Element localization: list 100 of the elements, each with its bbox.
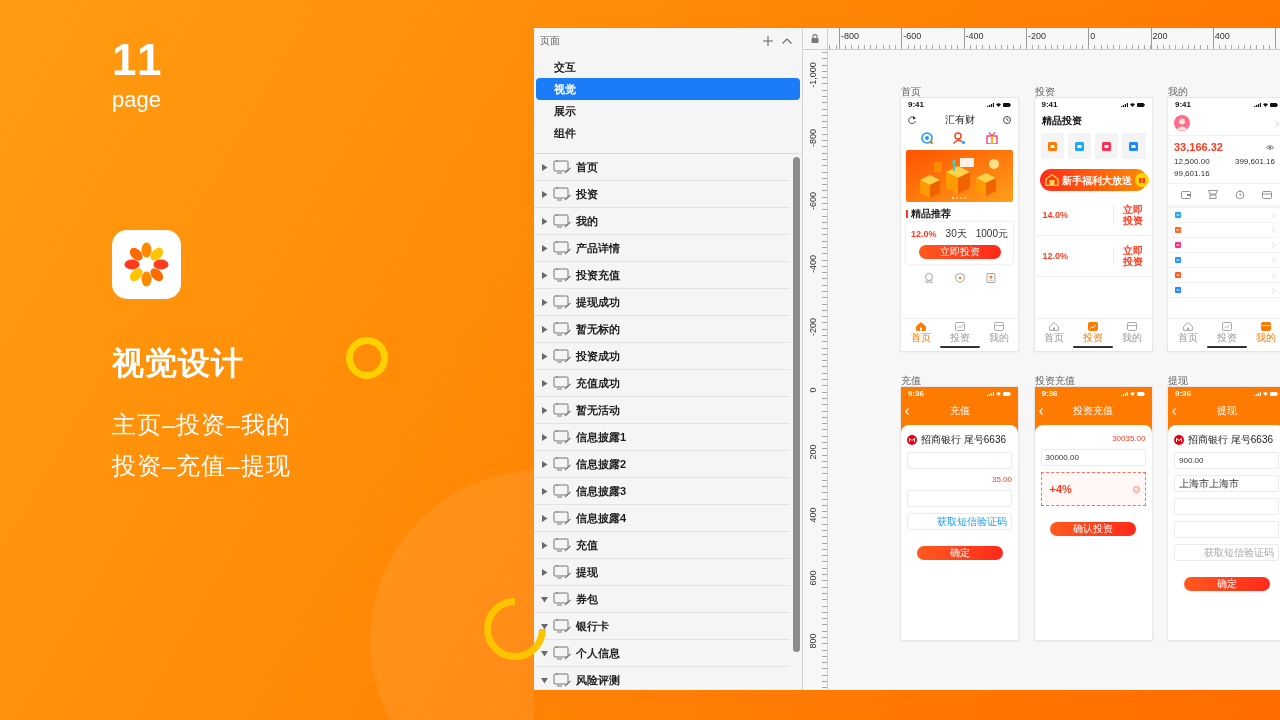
ring-icon xyxy=(346,337,388,379)
coupon-rate: +4% xyxy=(1049,483,1072,495)
ruler-label: -400 xyxy=(807,254,819,273)
inbox-icon xyxy=(1207,190,1218,199)
wifi-icon xyxy=(1129,391,1135,396)
artboard-label: 投资 xyxy=(1034,86,1055,98)
signal-icon xyxy=(1254,102,1261,107)
home-icon xyxy=(1049,322,1059,331)
confirm-button[interactable]: 确定 xyxy=(916,546,1003,560)
chart-icon xyxy=(954,322,965,331)
artboard-icon xyxy=(553,322,571,336)
page-title: 精品投资 xyxy=(1040,114,1083,128)
balance-value: 99,601.16 xyxy=(1174,169,1210,178)
home-indicator xyxy=(939,346,980,348)
chevron-right-icon xyxy=(1272,257,1275,263)
term: 30天 xyxy=(945,228,967,239)
category-tile[interactable] xyxy=(1040,133,1064,159)
invest-link[interactable]: 立即投资 xyxy=(1122,204,1144,226)
house-icon xyxy=(1044,174,1059,186)
ruler-label: -400 xyxy=(965,31,984,42)
artboard-icon xyxy=(553,619,571,633)
lock-icon xyxy=(811,34,819,43)
eye-icon xyxy=(1266,145,1274,150)
artboard-icon xyxy=(553,565,571,579)
artboard-icon xyxy=(553,430,571,444)
ruler-label: 200 xyxy=(1152,31,1168,42)
invest-link[interactable]: 立即投资 xyxy=(1122,245,1144,267)
clock-icon xyxy=(1003,116,1011,124)
ruler-label: -200 xyxy=(1027,31,1046,42)
card-icon xyxy=(1260,322,1271,331)
signal-icon xyxy=(1254,391,1261,396)
chevron-right-icon xyxy=(1272,242,1275,248)
back-icon xyxy=(1038,407,1043,415)
confirm-button[interactable]: 确认投资 xyxy=(1050,522,1136,536)
category-tile[interactable] xyxy=(1095,133,1119,159)
battery-icon xyxy=(1136,102,1145,107)
total-assets: 33,166.32 xyxy=(1174,141,1223,154)
chevron-right-icon xyxy=(1272,272,1275,278)
artboard-icon xyxy=(553,187,571,201)
ruler-label: -200 xyxy=(807,317,819,336)
medal-icon xyxy=(923,273,934,283)
page-item[interactable]: 组件 xyxy=(536,122,800,144)
battery-icon xyxy=(1270,391,1278,396)
home-indicator xyxy=(1073,346,1113,348)
page-item[interactable]: 视觉 xyxy=(536,78,800,100)
artboard-icon xyxy=(553,241,571,255)
home-indicator xyxy=(1206,346,1247,348)
scrollbar[interactable] xyxy=(793,157,800,652)
wifi-icon xyxy=(1129,102,1135,107)
artboard-icon xyxy=(553,457,571,471)
interest-rate: 12.0% xyxy=(1042,251,1069,261)
card-icon xyxy=(1127,322,1137,331)
bank-name: 招商银行 尾号6636 xyxy=(921,434,1007,446)
artboard-label: 首页 xyxy=(901,86,921,98)
artboard-icon xyxy=(553,403,571,417)
confirm-button[interactable]: 确定 xyxy=(1183,577,1270,591)
artboard-icon xyxy=(553,376,571,390)
artboard-label: 充值 xyxy=(901,375,921,387)
amount-value: 12,500.00 xyxy=(1174,157,1210,166)
chevron-right-icon xyxy=(1272,287,1275,293)
ruler-label: 600 xyxy=(807,570,819,586)
wifi-icon xyxy=(1263,102,1268,107)
page-number: 11 xyxy=(112,40,165,80)
invest-button[interactable]: 立即投资 xyxy=(918,245,1001,259)
amount-field[interactable]: 900.00 xyxy=(1174,452,1279,469)
amount-field[interactable]: 30000.00 xyxy=(1040,449,1146,466)
status-time: 9:36 xyxy=(1041,389,1058,398)
region-field[interactable]: 上海市上海市 xyxy=(1174,475,1279,492)
ruler-label: 0 xyxy=(1090,31,1096,42)
chart-icon xyxy=(1221,322,1232,331)
check-circle-icon xyxy=(1132,485,1140,493)
ruler-label: -800 xyxy=(841,31,859,42)
avatar-icon xyxy=(1174,115,1190,131)
ruler-label: 400 xyxy=(807,507,819,523)
cover-subtitle: 投资–充值–提现 xyxy=(112,451,291,481)
artboard-label: 我的 xyxy=(1168,86,1188,98)
page-word: page xyxy=(112,88,161,112)
artboard-icon xyxy=(553,673,571,687)
artboard-icon xyxy=(553,214,571,228)
ruler-label: 800 xyxy=(807,633,819,649)
status-time: 9:36 xyxy=(908,389,924,398)
page-item[interactable]: 交互 xyxy=(536,56,800,78)
category-tile[interactable] xyxy=(1067,133,1091,159)
page-title: 投资充值 xyxy=(1073,405,1113,417)
app-title: 汇有财 xyxy=(944,113,975,127)
page-item[interactable]: 展示 xyxy=(536,100,800,122)
gift-icon xyxy=(985,132,998,144)
section-marker-icon xyxy=(906,209,908,218)
wallet-icon xyxy=(1180,190,1191,199)
cover-title: 视觉设计 xyxy=(112,345,244,381)
artboard-label: 投资充值 xyxy=(1034,375,1075,387)
category-tile[interactable] xyxy=(1122,133,1146,159)
artboard-icon xyxy=(553,349,571,363)
ruler-label: -600 xyxy=(807,191,819,210)
artboard-icon xyxy=(553,160,571,174)
battery-icon xyxy=(1003,391,1011,396)
battery-icon xyxy=(1003,102,1011,107)
ruler-label: 0 xyxy=(807,387,819,392)
arc-icon xyxy=(484,598,546,660)
bank-name: 招商银行 尾号6636 xyxy=(1188,434,1274,446)
